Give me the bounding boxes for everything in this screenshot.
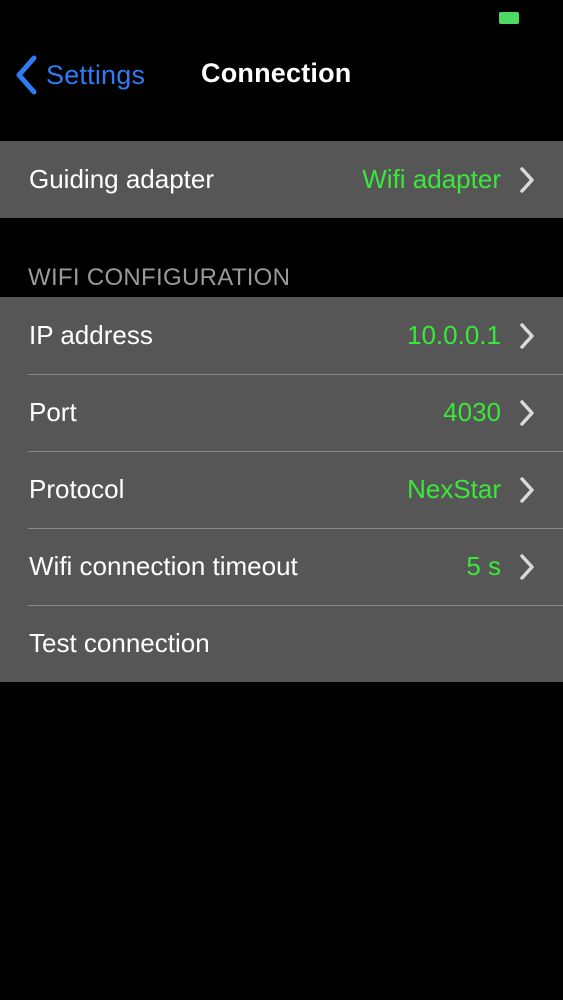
wifi-configuration-group: IP address 10.0.0.1 Port 4030 Protocol N…	[0, 297, 563, 682]
wifi-connection-timeout-row[interactable]: Wifi connection timeout 5 s	[0, 528, 563, 605]
status-bar	[0, 0, 563, 36]
row-value: 5 s	[466, 551, 501, 581]
row-value: 4030	[443, 397, 501, 427]
section-header-wifi-configuration: WIFI CONFIGURATION	[28, 264, 291, 291]
chevron-right-icon	[520, 553, 534, 580]
row-label: Protocol	[29, 474, 125, 504]
back-button-label: Settings	[46, 59, 146, 90]
row-label: Wifi connection timeout	[29, 551, 298, 581]
battery-icon	[499, 12, 519, 24]
test-connection-button[interactable]: Test connection	[0, 605, 563, 682]
row-value: 10.0.0.1	[407, 320, 501, 350]
back-button[interactable]: Settings	[12, 54, 145, 96]
protocol-row[interactable]: Protocol NexStar	[0, 451, 563, 528]
row-label: IP address	[29, 320, 153, 350]
row-label: Guiding adapter	[29, 164, 215, 194]
guiding-adapter-row[interactable]: Guiding adapter Wifi adapter	[0, 141, 563, 218]
adapter-group: Guiding adapter Wifi adapter	[0, 141, 563, 218]
row-label: Test connection	[29, 628, 210, 658]
chevron-right-icon	[520, 399, 534, 426]
port-row[interactable]: Port 4030	[0, 374, 563, 451]
row-label: Port	[29, 397, 77, 427]
chevron-right-icon	[520, 322, 534, 349]
page-title: Connection	[201, 58, 352, 88]
navigation-bar: Settings Connection	[0, 40, 563, 110]
row-value: NexStar	[407, 474, 501, 504]
ip-address-row[interactable]: IP address 10.0.0.1	[0, 297, 563, 374]
chevron-right-icon	[520, 476, 534, 503]
row-value: Wifi adapter	[362, 164, 501, 194]
chevron-left-icon	[16, 55, 37, 95]
chevron-right-icon	[520, 166, 534, 193]
